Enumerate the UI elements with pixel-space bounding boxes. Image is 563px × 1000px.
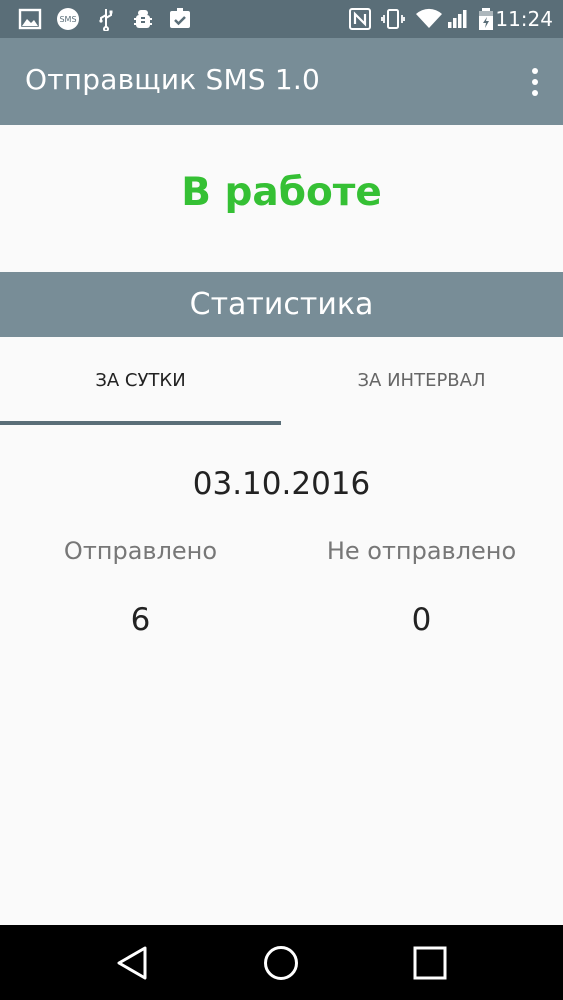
wifi-icon [415,7,443,31]
status-time: 11:24 [495,7,553,31]
nfc-icon [348,7,372,31]
recents-icon[interactable] [410,943,450,983]
clipboard-check-icon [168,7,192,31]
statistics-tabs: ЗА СУТКИ ЗА ИНТЕРВАЛ [0,337,563,425]
home-icon[interactable] [261,943,301,983]
status-bar: SMS 11:24 [0,0,563,38]
sms-badge-text: SMS [59,15,76,24]
usb-icon [94,7,118,32]
statistics-header: Статистика [0,272,563,337]
back-icon[interactable] [113,943,153,983]
more-vert-icon[interactable] [521,64,549,100]
app-title: Отправщик SMS 1.0 [25,63,321,96]
not-sent-label: Не отправлено [326,537,517,565]
battery-icon [476,7,496,31]
signal-icon [446,7,470,31]
service-status: В работе [181,170,382,215]
sent-label: Отправлено [63,537,218,565]
tab-interval[interactable]: ЗА ИНТЕРВАЛ [281,337,562,425]
not-sent-value: 0 [411,602,432,638]
navigation-bar [0,925,563,1000]
sent-value: 6 [130,602,151,638]
vibrate-icon [381,7,405,31]
android-debug-icon [131,7,155,31]
tab-day[interactable]: ЗА СУТКИ [0,337,281,425]
app-bar: Отправщик SMS 1.0 [0,38,563,125]
app-screen: SMS 11:24 Отправщик SMS 1.0 В работе Ста… [0,0,563,1000]
tab-indicator [0,421,281,425]
stats-date: 03.10.2016 [192,466,371,502]
sms-icon: SMS [54,7,82,31]
image-icon [18,7,42,31]
